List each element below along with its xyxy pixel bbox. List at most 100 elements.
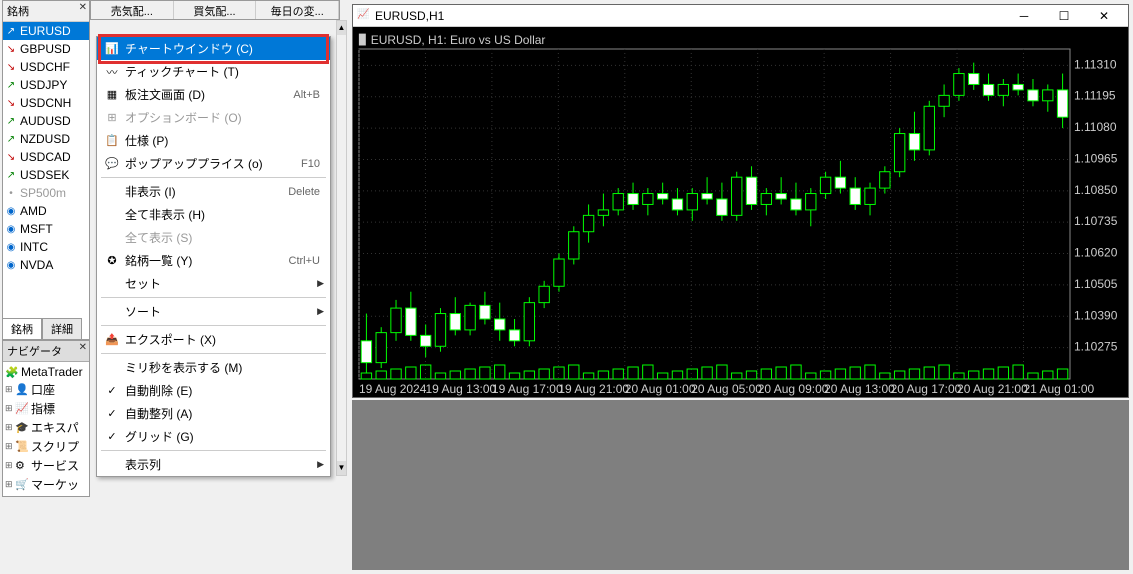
symbol-direction-icon: ◉	[5, 205, 17, 217]
menu-item[interactable]: 💬ポップアッププライス (o)F10	[97, 152, 330, 175]
close-button[interactable]: ✕	[1084, 6, 1124, 26]
col-change[interactable]: 毎日の変...	[256, 1, 339, 19]
svg-text:21 Aug 01:00: 21 Aug 01:00	[1023, 382, 1094, 396]
menu-item[interactable]: 表示列▶	[97, 453, 330, 476]
symbol-row-gbpusd[interactable]: ↘GBPUSD	[3, 40, 89, 58]
expand-icon[interactable]: ⊞	[5, 384, 15, 395]
symbols-close-icon[interactable]: ✕	[79, 2, 87, 13]
chart-caption: ▉ EURUSD, H1: Euro vs US Dollar	[359, 33, 545, 47]
symbol-row-nzdusd[interactable]: ↗NZDUSD	[3, 130, 89, 148]
col-bid[interactable]: 売気配...	[91, 1, 174, 19]
nav-label: サービス	[31, 457, 79, 474]
menu-separator	[101, 353, 326, 354]
symbol-row-usdcnh[interactable]: ↘USDCNH	[3, 94, 89, 112]
menu-item[interactable]: 📋仕様 (P)	[97, 129, 330, 152]
check-icon: ✓	[103, 384, 121, 397]
expand-icon[interactable]: ⊞	[5, 422, 15, 433]
chart-window-icon: 📈	[357, 9, 371, 23]
metatrader-icon: 🧩	[5, 366, 19, 379]
scroll-up-icon[interactable]: ▲	[337, 21, 346, 35]
nav-icon: ⚙	[15, 459, 29, 472]
symbol-row-amd[interactable]: ◉AMD	[3, 202, 89, 220]
menu-label: 非表示 (I)	[121, 183, 288, 200]
menu-label: ミリ秒を表示する (M)	[121, 359, 324, 376]
svg-text:20 Aug 09:00: 20 Aug 09:00	[758, 382, 829, 396]
chart-caption-text: EURUSD, H1: Euro vs US Dollar	[371, 33, 546, 47]
svg-text:20 Aug 17:00: 20 Aug 17:00	[891, 382, 962, 396]
menu-item[interactable]: ✓自動削除 (E)	[97, 379, 330, 402]
minimize-button[interactable]: ─	[1004, 6, 1044, 26]
symbol-name: GBPUSD	[20, 42, 71, 56]
chart-window: 📈 EURUSD,H1 ─ ☐ ✕ ▉ EURUSD, H1: Euro vs …	[352, 4, 1129, 398]
navigator-close-icon[interactable]: ✕	[79, 342, 87, 353]
tab-symbols[interactable]: 銘柄	[2, 318, 42, 340]
symbol-direction-icon: ↗	[5, 133, 17, 145]
menu-label: チャートウインドウ (C)	[121, 40, 324, 57]
nav-item[interactable]: ⊞📈指標	[5, 399, 87, 418]
symbol-row-usdchf[interactable]: ↘USDCHF	[3, 58, 89, 76]
nav-item[interactable]: ⊞⚙サービス	[5, 456, 87, 475]
symbol-row-sp500m[interactable]: •SP500m	[3, 184, 89, 202]
menu-separator	[101, 177, 326, 178]
menu-item[interactable]: 📤エクスポート (X)	[97, 328, 330, 351]
nav-icon: 👤	[15, 383, 29, 396]
symbol-row-usdsek[interactable]: ↗USDSEK	[3, 166, 89, 184]
menu-item: ⊞オプションボード (O)	[97, 106, 330, 129]
svg-text:19 Aug 17:00: 19 Aug 17:00	[492, 382, 563, 396]
symbol-row-msft[interactable]: ◉MSFT	[3, 220, 89, 238]
menu-item[interactable]: 〰ティックチャート (T)	[97, 60, 330, 83]
menu-item[interactable]: セット▶	[97, 272, 330, 295]
symbol-direction-icon: ↘	[5, 61, 17, 73]
maximize-button[interactable]: ☐	[1044, 6, 1084, 26]
nav-item[interactable]: ⊞🎓エキスパ	[5, 418, 87, 437]
symbol-row-intc[interactable]: ◉INTC	[3, 238, 89, 256]
submenu-arrow-icon: ▶	[317, 278, 324, 289]
navigator-header: ナビゲータ	[3, 341, 89, 362]
svg-text:1.11195: 1.11195	[1074, 89, 1116, 103]
menu-icon: 〰	[103, 64, 121, 80]
menu-item[interactable]: ✪銘柄一覧 (Y)Ctrl+U	[97, 249, 330, 272]
nav-item[interactable]: ⊞📜スクリプ	[5, 437, 87, 456]
tab-details[interactable]: 詳細	[42, 318, 82, 340]
area-below-chart	[352, 400, 1129, 570]
scroll-down-icon[interactable]: ▼	[337, 461, 346, 475]
svg-text:1.11310: 1.11310	[1074, 57, 1117, 71]
check-icon: ✓	[103, 430, 121, 443]
menu-item[interactable]: ✓自動整列 (A)	[97, 402, 330, 425]
nav-item[interactable]: ⊞👤口座	[5, 380, 87, 399]
svg-text:1.10505: 1.10505	[1074, 277, 1118, 291]
expand-icon[interactable]: ⊞	[5, 403, 15, 414]
symbol-row-eurusd[interactable]: ↗EURUSD	[3, 22, 89, 40]
chart-area[interactable]: ▉ EURUSD, H1: Euro vs US Dollar 1.10275 1…	[353, 27, 1128, 397]
chart-titlebar[interactable]: 📈 EURUSD,H1 ─ ☐ ✕	[353, 5, 1128, 27]
expand-icon[interactable]: ⊞	[5, 460, 15, 471]
menu-item[interactable]: ▦板注文画面 (D)Alt+B	[97, 83, 330, 106]
menu-item[interactable]: ✓グリッド (G)	[97, 425, 330, 448]
scrollbar[interactable]: ▲ ▼	[336, 20, 347, 476]
symbol-direction-icon: ◉	[5, 223, 17, 235]
expand-icon[interactable]: ⊞	[5, 479, 15, 490]
nav-item[interactable]: ⊞🛒マーケッ	[5, 475, 87, 494]
menu-icon: 📤	[103, 333, 121, 346]
menu-item[interactable]: ミリ秒を表示する (M)	[97, 356, 330, 379]
symbol-row-nvda[interactable]: ◉NVDA	[3, 256, 89, 274]
symbol-name: NVDA	[20, 258, 53, 272]
menu-item[interactable]: 全て非表示 (H)	[97, 203, 330, 226]
menu-label: ソート	[121, 303, 317, 320]
menu-item[interactable]: 📊チャートウインドウ (C)	[97, 37, 330, 60]
svg-text:1.10275: 1.10275	[1074, 340, 1118, 354]
nav-label: 口座	[31, 381, 55, 398]
menu-label: 自動削除 (E)	[121, 382, 324, 399]
symbol-row-usdjpy[interactable]: ↗USDJPY	[3, 76, 89, 94]
col-ask[interactable]: 買気配...	[174, 1, 257, 19]
menu-item[interactable]: 非表示 (I)Delete	[97, 180, 330, 203]
symbol-name: MSFT	[20, 222, 53, 236]
symbol-row-usdcad[interactable]: ↘USDCAD	[3, 148, 89, 166]
symbol-row-audusd[interactable]: ↗AUDUSD	[3, 112, 89, 130]
nav-label: 指標	[31, 400, 55, 417]
menu-icon: 📊	[103, 42, 121, 55]
navigator-panel: ナビゲータ ✕ 🧩 MetaTrader ⊞👤口座⊞📈指標⊞🎓エキスパ⊞📜スクリ…	[2, 340, 90, 497]
menu-item[interactable]: ソート▶	[97, 300, 330, 323]
expand-icon[interactable]: ⊞	[5, 441, 15, 452]
nav-root[interactable]: 🧩 MetaTrader	[5, 364, 87, 380]
